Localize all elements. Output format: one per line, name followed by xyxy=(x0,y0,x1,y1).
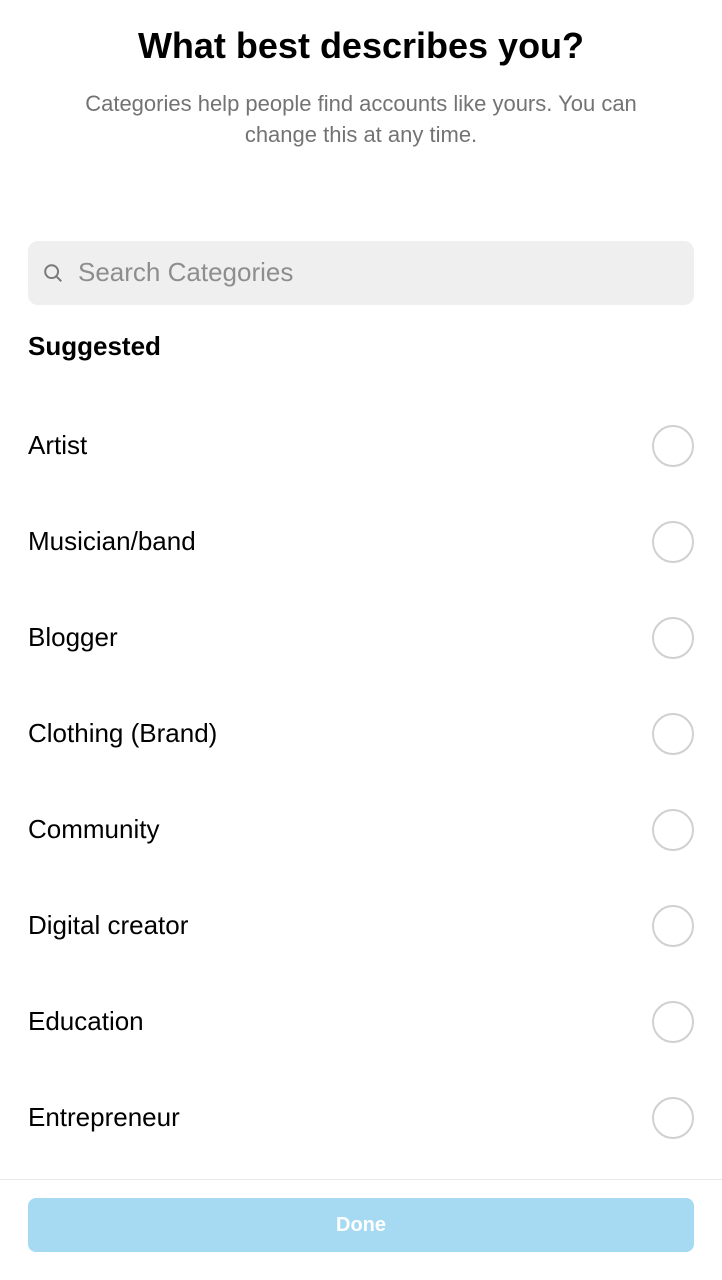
category-label: Digital creator xyxy=(28,910,188,941)
header: What best describes you? Categories help… xyxy=(0,0,722,151)
footer: Done xyxy=(0,1179,722,1280)
category-row-clothing-brand[interactable]: Clothing (Brand) xyxy=(0,686,722,782)
category-row-digital-creator[interactable]: Digital creator xyxy=(0,878,722,974)
category-label: Community xyxy=(28,814,159,845)
search-container[interactable] xyxy=(28,241,694,305)
page-title: What best describes you? xyxy=(28,24,694,67)
category-row-artist[interactable]: Artist xyxy=(0,398,722,494)
category-label: Clothing (Brand) xyxy=(28,718,217,749)
category-row-community[interactable]: Community xyxy=(0,782,722,878)
radio-icon[interactable] xyxy=(652,905,694,947)
radio-icon[interactable] xyxy=(652,617,694,659)
radio-icon[interactable] xyxy=(652,521,694,563)
radio-icon[interactable] xyxy=(652,1001,694,1043)
category-label: Education xyxy=(28,1006,144,1037)
category-list: Artist Musician/band Blogger Clothing (B… xyxy=(0,398,722,1179)
category-row-education[interactable]: Education xyxy=(0,974,722,1070)
radio-icon[interactable] xyxy=(652,1097,694,1139)
search-icon xyxy=(42,262,64,284)
category-label: Entrepreneur xyxy=(28,1102,180,1133)
category-row-musician-band[interactable]: Musician/band xyxy=(0,494,722,590)
radio-icon[interactable] xyxy=(652,425,694,467)
category-row-entrepreneur[interactable]: Entrepreneur xyxy=(0,1070,722,1166)
category-row-blogger[interactable]: Blogger xyxy=(0,590,722,686)
radio-icon[interactable] xyxy=(652,713,694,755)
search-input[interactable] xyxy=(78,257,680,288)
section-suggested-title: Suggested xyxy=(28,331,694,362)
category-label: Blogger xyxy=(28,622,118,653)
page-subtitle: Categories help people find accounts lik… xyxy=(28,89,694,151)
done-button[interactable]: Done xyxy=(28,1198,694,1252)
radio-icon[interactable] xyxy=(652,809,694,851)
category-label: Artist xyxy=(28,430,87,461)
category-label: Musician/band xyxy=(28,526,196,557)
